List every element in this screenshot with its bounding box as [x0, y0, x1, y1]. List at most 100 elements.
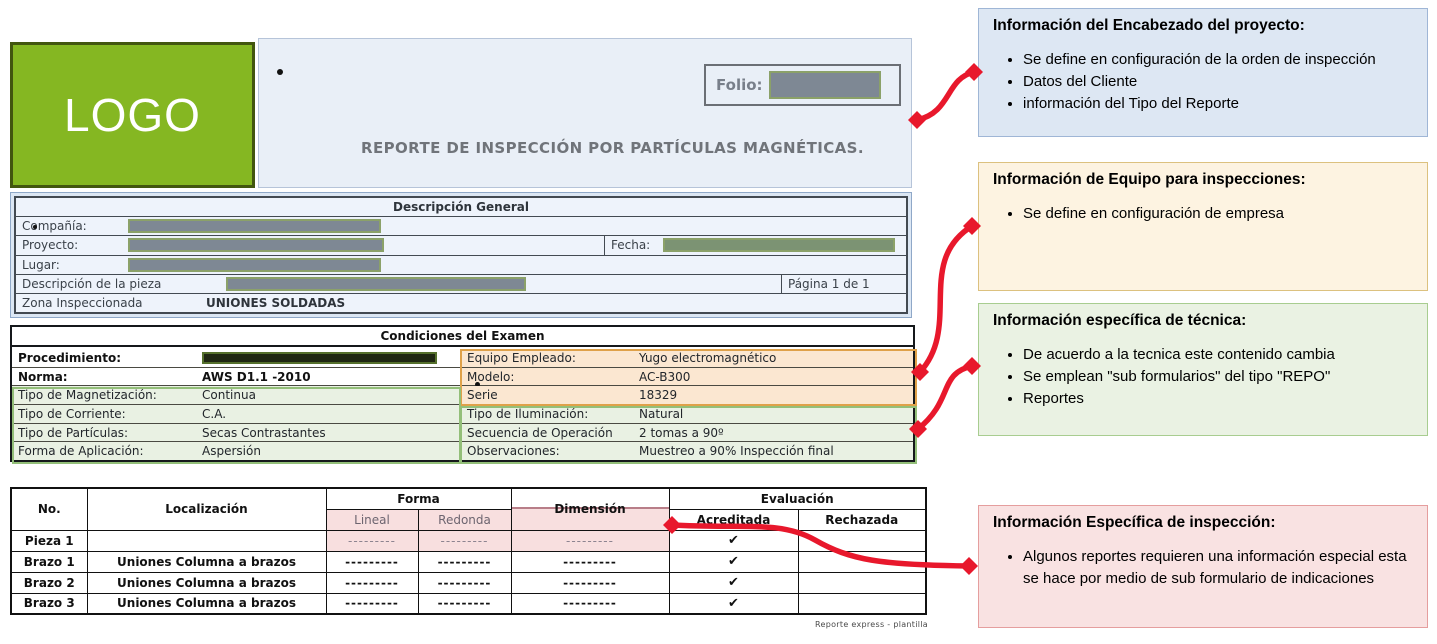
cond-row-equipo: Equipo Empleado: Yugo electromagnético [461, 349, 913, 368]
lugar-redacted-value [128, 258, 381, 272]
check-icon: ✔ [728, 575, 739, 590]
callout-bullet: Se define en configuración de la orden d… [1023, 49, 1413, 71]
header-row-1: No. Localización Forma Dimensión Evaluac… [11, 488, 926, 509]
cond-row-particulas: Tipo de Partículas: Secas Contrastantes [12, 424, 460, 443]
row-value: Secas Contrastantes [202, 426, 326, 440]
section-title-text: Descripción General [393, 200, 529, 214]
row-lugar: Lugar: [16, 255, 906, 274]
cond-row-modelo: Modelo: AC-B300 [461, 368, 913, 387]
folio-field[interactable]: Folio: [704, 64, 901, 106]
cell-no: Pieza 1 [11, 530, 87, 551]
cell-localizacion: Uniones Columna a brazos [87, 593, 326, 614]
descripcion-general-section: Descripción General Compañía: Proyecto: … [10, 192, 912, 318]
row-value: Natural [639, 407, 683, 421]
cell-rechazada [798, 572, 926, 593]
logo-text: LOGO [64, 88, 201, 142]
row-value: AWS D1.1 -2010 [202, 370, 311, 384]
cell-no: Brazo 3 [11, 593, 87, 614]
col-header-no: No. [11, 488, 87, 530]
footer-note: Reporte express - plantilla [815, 620, 928, 629]
row-compania: Compañía: [16, 216, 906, 235]
row-label: Tipo de Corriente: [12, 407, 202, 421]
row-label: Tipo de Iluminación: [461, 407, 639, 421]
row-label: Tipo de Magnetización: [12, 388, 202, 402]
pagina-cell: Página 1 de 1 [781, 275, 906, 293]
row-value: Yugo electromagnético [639, 351, 776, 365]
cell-localizacion: Uniones Columna a brazos [87, 572, 326, 593]
row-label: Equipo Empleado: [461, 351, 639, 365]
table-row-brazo-2: Brazo 2 Uniones Columna a brazos -------… [11, 572, 926, 593]
lugar-label: Lugar: [16, 258, 128, 272]
callout-bullet: De acuerdo a la tecnica este contenido c… [1023, 344, 1413, 366]
callout-title: Información de Equipo para inspecciones: [993, 171, 1413, 189]
cell-dimension: --------- [566, 534, 614, 548]
callout-especifica-tecnica: Información específica de técnica: De ac… [978, 303, 1428, 436]
cell-rechazada [798, 530, 926, 551]
fecha-redacted-value [663, 238, 895, 252]
condiciones-examen-title: Condiciones del Examen [12, 327, 913, 347]
callout-encabezado-proyecto: Información del Encabezado del proyecto:… [978, 8, 1428, 137]
fecha-label: Fecha: [605, 238, 663, 252]
cond-row-secuencia: Secuencia de Operación 2 tomas a 90º [461, 424, 913, 443]
arrow-diamond [960, 557, 978, 575]
cond-row-iluminacion: Tipo de Iluminación: Natural [461, 405, 913, 424]
arrow-equipo [920, 226, 972, 372]
callout-bullet-list: De acuerdo a la tecnica este contenido c… [993, 344, 1413, 409]
cell-no: Brazo 1 [11, 551, 87, 572]
col-header-evaluacion: Evaluación [669, 488, 926, 509]
cell-rechazada [798, 593, 926, 614]
callout-especifica-inspeccion: Información Específica de inspección: Al… [978, 505, 1428, 628]
descripcion-general-table: Descripción General Compañía: Proyecto: … [14, 196, 908, 314]
col-header-forma: Forma [326, 488, 511, 509]
col-header-dimension: Dimensión [511, 488, 669, 530]
cond-row-procedimiento: Procedimiento: [12, 349, 460, 368]
cond-row-aplicacion: Forma de Aplicación: Aspersión [12, 442, 460, 460]
pieza-label: Descripción de la pieza [16, 277, 226, 291]
row-value: Aspersión [202, 444, 261, 458]
row-value: Continua [202, 388, 256, 402]
report-header-panel: Folio: REPORTE DE INSPECCIÓN POR PARTÍCU… [258, 38, 912, 188]
row-label: Secuencia de Operación [461, 426, 639, 440]
cond-row-magnetizacion: Tipo de Magnetización: Continua [12, 386, 460, 405]
col-header-redonda: Redonda [418, 509, 511, 530]
procedimiento-redacted-value [202, 352, 437, 364]
zona-label: Zona Inspeccionada [16, 296, 206, 310]
callout-equipo-inspecciones: Información de Equipo para inspecciones:… [978, 162, 1428, 291]
table-row-brazo-3: Brazo 3 Uniones Columna a brazos -------… [11, 593, 926, 614]
pieza-redacted-value [226, 277, 526, 291]
cell-redonda: --------- [438, 555, 492, 569]
row-label: Norma: [12, 370, 202, 384]
check-icon: ✔ [728, 554, 739, 569]
callout-bullet: Reportes [1023, 388, 1413, 410]
row-value: C.A. [202, 407, 226, 421]
cell-no: Brazo 2 [11, 572, 87, 593]
row-label: Modelo: [461, 370, 639, 384]
callout-bullet: Se emplean "sub formularios" del tipo "R… [1023, 366, 1413, 388]
cond-row-serie: Serie 18329 [461, 386, 913, 405]
row-value: Muestreo a 90% Inspección final [639, 444, 834, 458]
cell-rechazada [798, 551, 926, 572]
row-label: Observaciones: [461, 444, 639, 458]
inspeccion-results-table: No. Localización Forma Dimensión Evaluac… [10, 487, 927, 615]
row-value: AC-B300 [639, 370, 690, 384]
cond-row-corriente: Tipo de Corriente: C.A. [12, 405, 460, 424]
fecha-cell: Fecha: [604, 236, 906, 254]
cond-row-norma: Norma: AWS D1.1 -2010 [12, 368, 460, 387]
cell-dimension: --------- [563, 555, 617, 569]
cell-lineal: --------- [345, 576, 399, 590]
pagina-label: Página 1 de 1 [782, 277, 870, 291]
col-header-acreditada: Acreditada [669, 509, 798, 530]
cell-lineal: --------- [345, 596, 399, 610]
callout-title: Información específica de técnica: [993, 312, 1413, 330]
arrow-tecnica [918, 366, 972, 429]
callout-title: Información Específica de inspección: [993, 514, 1413, 532]
condiciones-examen-body: Procedimiento: Norma: AWS D1.1 -2010 Tip… [12, 349, 913, 460]
zona-value: UNIONES SOLDADAS [206, 296, 345, 310]
row-label: Procedimiento: [12, 351, 202, 365]
cell-redonda: --------- [438, 576, 492, 590]
cell-redonda: --------- [438, 596, 492, 610]
row-label: Tipo de Partículas: [12, 426, 202, 440]
condiciones-left-column: Procedimiento: Norma: AWS D1.1 -2010 Tip… [12, 349, 460, 460]
check-icon: ✔ [728, 596, 739, 611]
row-zona: Zona Inspeccionada UNIONES SOLDADAS [16, 293, 906, 312]
